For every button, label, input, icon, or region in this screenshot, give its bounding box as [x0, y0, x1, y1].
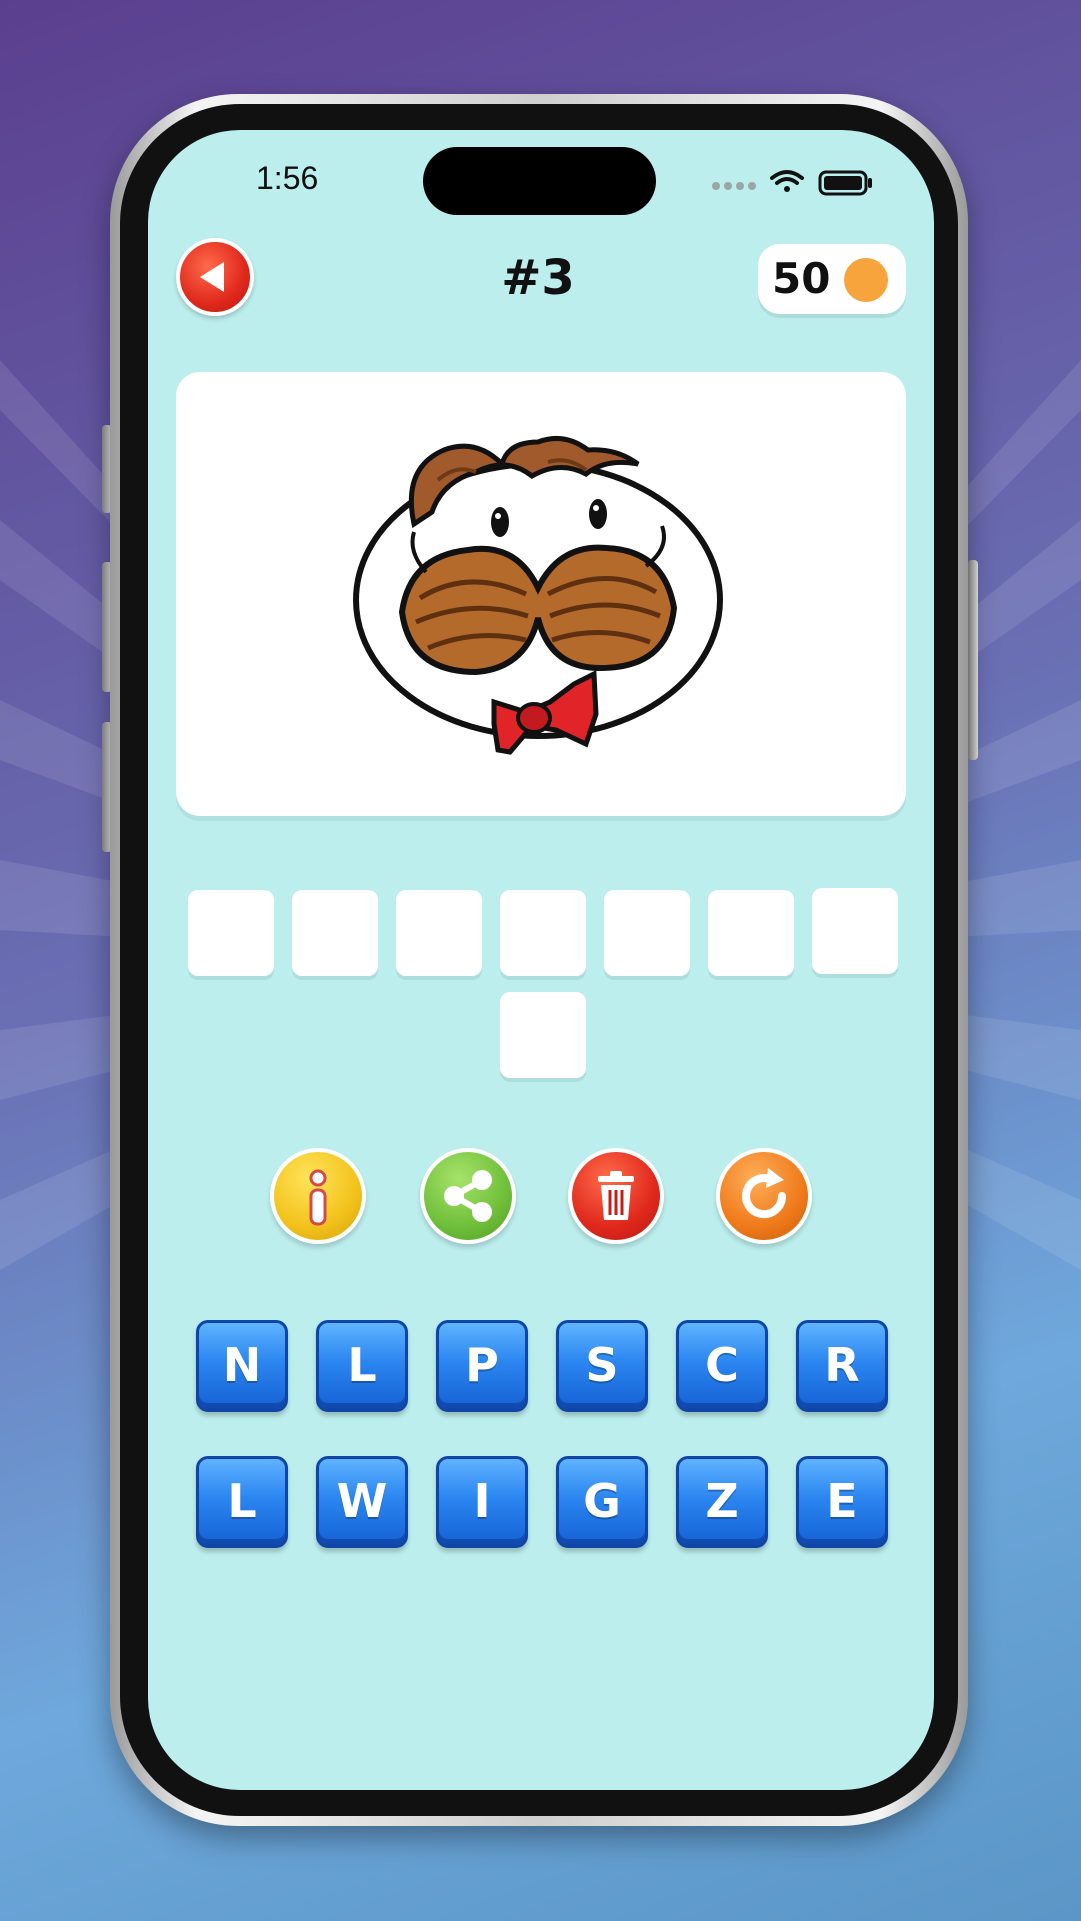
share-icon — [444, 1170, 492, 1222]
info-icon — [309, 1169, 327, 1226]
back-arrow-icon — [200, 262, 224, 292]
hint-button[interactable] — [270, 1148, 366, 1244]
delete-button[interactable] — [568, 1148, 664, 1244]
reset-button[interactable] — [716, 1148, 812, 1244]
letter-key[interactable]: I — [436, 1456, 528, 1548]
answer-slot-1[interactable] — [188, 890, 274, 976]
trash-icon — [598, 1171, 634, 1220]
letter-key[interactable]: P — [436, 1320, 528, 1412]
refresh-icon — [742, 1168, 787, 1219]
signal-dots-icon — [712, 182, 756, 190]
answer-slot-6[interactable] — [708, 890, 794, 976]
letter-key[interactable]: C — [676, 1320, 768, 1412]
answer-slot-3[interactable] — [396, 890, 482, 976]
letter-key[interactable]: W — [316, 1456, 408, 1548]
level-title: #3 — [501, 250, 575, 306]
status-time: 1:56 — [256, 160, 319, 196]
letter-key[interactable]: L — [316, 1320, 408, 1412]
battery-icon — [818, 170, 872, 196]
power-button — [968, 560, 978, 760]
answer-slot-5[interactable] — [604, 890, 690, 976]
coin-icon — [844, 258, 888, 302]
game-screen: 1:56 #3 50 N L P S C R L W I G Z E — [148, 130, 934, 1790]
answer-slot-8[interactable] — [500, 992, 586, 1078]
coin-counter[interactable]: 50 — [758, 244, 906, 314]
letter-key[interactable]: E — [796, 1456, 888, 1548]
back-button[interactable] — [176, 238, 254, 316]
answer-slot-4[interactable] — [500, 890, 586, 976]
letter-key[interactable]: N — [196, 1320, 288, 1412]
mustache-mascot-logo — [353, 435, 723, 755]
letter-key[interactable]: Z — [676, 1456, 768, 1548]
coin-count: 50 — [772, 254, 831, 303]
wifi-icon — [770, 170, 804, 192]
share-button[interactable] — [420, 1148, 516, 1244]
dynamic-island — [423, 147, 656, 215]
letter-key[interactable]: G — [556, 1456, 648, 1548]
puzzle-image-card — [176, 372, 906, 816]
letter-key[interactable]: S — [556, 1320, 648, 1412]
answer-slot-7[interactable] — [812, 888, 898, 974]
answer-slot-2[interactable] — [292, 890, 378, 976]
letter-key[interactable]: R — [796, 1320, 888, 1412]
status-icons — [712, 170, 872, 196]
letter-key[interactable]: L — [196, 1456, 288, 1548]
